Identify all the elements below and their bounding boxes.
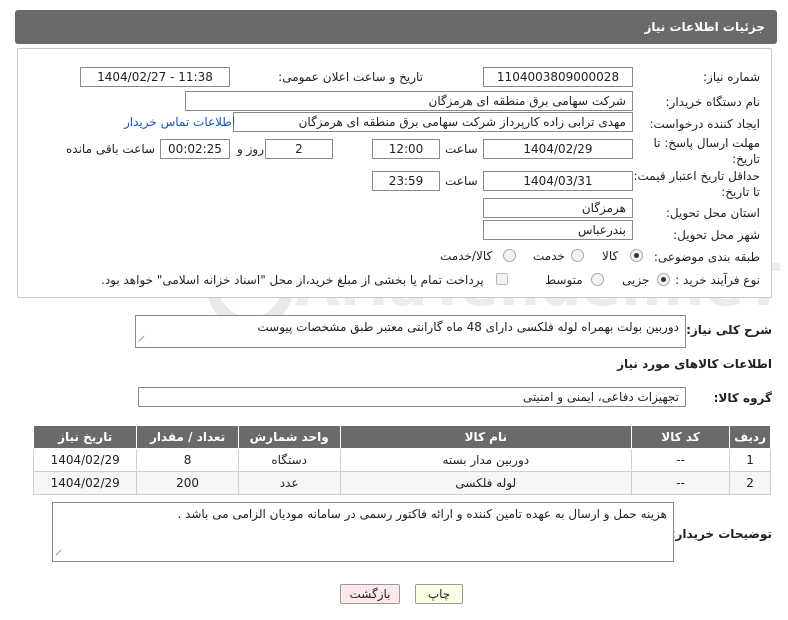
category-label: طبقه بندی موضوعی: (653, 250, 760, 264)
cell-row: 1 (729, 448, 771, 472)
cell-name: لوله فلکسی (339, 471, 632, 495)
requester-label: ایجاد کننده درخواست: (649, 117, 760, 131)
city-field: بندرعباس (483, 220, 633, 240)
announce-datetime-label: تاریخ و ساعت اعلان عمومی: (278, 70, 423, 84)
cell-qty: 8 (136, 448, 239, 472)
cell-code: -- (630, 448, 731, 472)
buyer-notes-text: هزینه حمل و ارسال به عهده تامین کننده و … (177, 507, 667, 521)
col-header-name: نام کالا (339, 425, 632, 449)
buyer-org-label: نام دستگاه خریدار: (665, 95, 761, 109)
remaining-time-label: ساعت باقی مانده (66, 142, 156, 156)
province-label: استان محل تحویل: (665, 206, 760, 220)
reply-deadline-label: مهلت ارسال پاسخ: تا تاریخ: (653, 136, 760, 166)
resize-grip-icon[interactable] (55, 549, 67, 561)
col-header-unit: واحد شمارش (237, 425, 341, 449)
category-radio-service[interactable] (571, 249, 584, 262)
requester-field: مهدی ترابی زاده کارپرداز شرکت سهامی برق … (233, 112, 633, 132)
treasury-checkbox[interactable] (496, 273, 508, 285)
category-radio-goods-service[interactable] (503, 249, 516, 262)
back-button[interactable]: بازگشت (340, 584, 400, 604)
category-option-goods-service: کالا/خدمت (440, 249, 493, 263)
col-header-code: کد کالا (630, 425, 731, 449)
cell-unit: دستگاه (237, 448, 341, 472)
cell-code: -- (630, 471, 731, 495)
description-label: شرح کلی نیاز: (686, 323, 772, 337)
price-validity-time-label: ساعت (445, 174, 478, 188)
description-textarea[interactable]: دوربین بولت بهمراه لوله فلکسی دارای 48 م… (135, 315, 686, 348)
reply-days-field: 2 (265, 139, 333, 159)
print-button[interactable]: چاپ (415, 584, 463, 604)
category-option-goods: کالا (602, 249, 619, 263)
goods-table-header: ردیف کد کالا نام کالا واحد شمارش تعداد /… (32, 425, 771, 449)
purchase-type-radio-medium[interactable] (591, 273, 604, 286)
price-validity-date-field: 1404/03/31 (483, 171, 633, 191)
page-header: جزئیات اطلاعات نیاز (15, 10, 777, 44)
resize-grip-icon[interactable] (138, 335, 150, 347)
reply-days-label: روز و (237, 142, 264, 156)
city-label: شهر محل تحویل: (673, 228, 760, 242)
treasury-note: پرداخت تمام یا بخشی از مبلغ خرید،از محل … (101, 273, 484, 287)
province-field: هرمزگان (483, 198, 633, 218)
table-row: 2 -- لوله فلکسی عدد 200 1404/02/29 (32, 471, 771, 495)
cell-date: 1404/02/29 (32, 448, 138, 472)
purchase-type-radio-minor[interactable] (657, 273, 670, 286)
col-header-qty: تعداد / مقدار (136, 425, 239, 449)
purchase-type-option-minor: جزیی (622, 273, 650, 287)
purchase-type-label: نوع فرآیند خرید : (675, 273, 760, 287)
reply-deadline-time-field: 12:00 (372, 139, 440, 159)
announce-datetime-field: 1404/02/27 - 11:38 (80, 67, 230, 87)
reply-deadline-time-label: ساعت (445, 142, 478, 156)
purchase-type-option-medium: متوسط (545, 273, 583, 287)
category-radio-goods[interactable] (630, 249, 643, 262)
buyer-notes-label: توضیحات خریدار: (670, 527, 772, 541)
col-header-row: ردیف (729, 425, 771, 449)
cell-row: 2 (729, 471, 771, 495)
goods-group-label: گروه کالا: (713, 391, 772, 405)
goods-group-field: تجهیزات دفاعی، ایمنی و امنیتی (138, 387, 686, 407)
price-validity-time-field: 23:59 (372, 171, 440, 191)
price-validity-label: حداقل تاریخ اعتبار قیمت: تا تاریخ: (633, 169, 760, 199)
buyer-org-field: شرکت سهامی برق منطقه ای هرمزگان (185, 91, 633, 111)
cell-unit: عدد (237, 471, 341, 495)
need-number-field: 1104003809000028 (483, 67, 633, 87)
goods-table: ردیف کد کالا نام کالا واحد شمارش تعداد /… (32, 425, 771, 495)
remaining-time-field: 00:02:25 (160, 139, 230, 159)
reply-deadline-date-field: 1404/02/29 (483, 139, 633, 159)
cell-name: دوربین مدار بسته (339, 448, 632, 472)
buyer-notes-textarea[interactable]: هزینه حمل و ارسال به عهده تامین کننده و … (52, 502, 674, 562)
buyer-contact-link[interactable]: اطلاعات تماس خریدار (124, 115, 235, 129)
page-title: جزئیات اطلاعات نیاز (644, 20, 765, 34)
col-header-date: تاریخ نیاز (32, 425, 138, 449)
cell-date: 1404/02/29 (32, 471, 138, 495)
need-number-label: شماره نیاز: (703, 70, 760, 84)
cell-qty: 200 (136, 471, 239, 495)
category-option-service: خدمت (533, 249, 565, 263)
table-row: 1 -- دوربین مدار بسته دستگاه 8 1404/02/2… (32, 448, 771, 472)
description-text: دوربین بولت بهمراه لوله فلکسی دارای 48 م… (257, 320, 679, 334)
goods-section-title: اطلاعات کالاهای مورد نیاز (617, 357, 772, 371)
